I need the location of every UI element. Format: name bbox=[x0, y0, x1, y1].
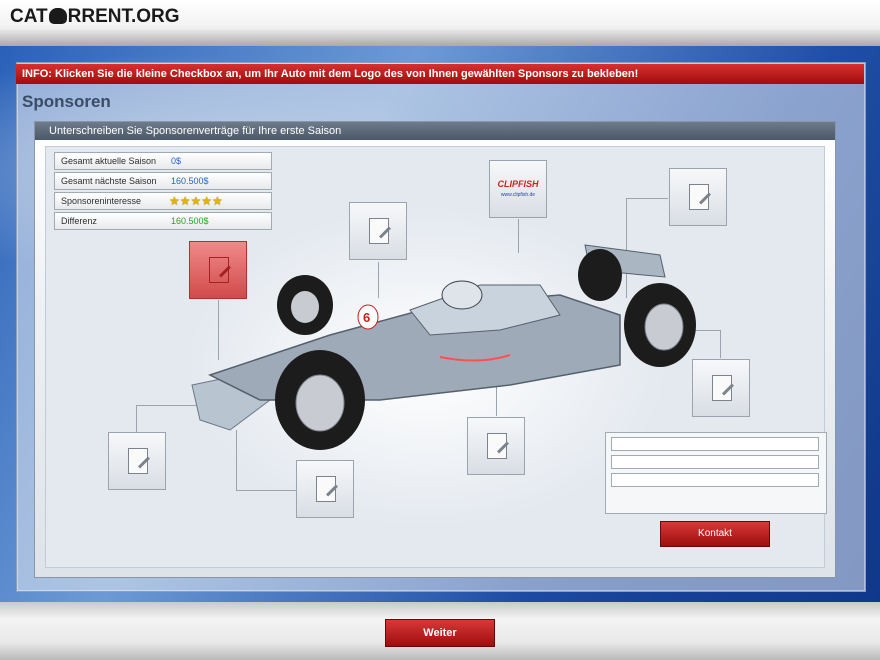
stat-sponsor-interest: Sponsoreninteresse ★★★★★ bbox=[54, 192, 272, 210]
sponsor-slot-7[interactable] bbox=[108, 432, 166, 490]
sponsor-slot-8[interactable] bbox=[296, 460, 354, 518]
connector-line bbox=[136, 405, 137, 432]
contact-button[interactable]: Kontakt bbox=[660, 521, 770, 547]
tire-rear-right bbox=[578, 249, 622, 301]
logo-text-right: RRENT.ORG bbox=[67, 6, 180, 27]
sponsor-slot-6[interactable] bbox=[467, 417, 525, 475]
section-title: Sponsoren bbox=[22, 92, 111, 111]
top-bar: CAT RRENT.ORG bbox=[0, 0, 880, 46]
stat-current-season: Gesamt aktuelle Saison 0$ bbox=[54, 152, 272, 170]
sponsor-slot-4[interactable] bbox=[669, 168, 727, 226]
panel-title: Unterschreiben Sie Sponsorenverträge für… bbox=[35, 122, 835, 140]
contact-box bbox=[605, 432, 827, 514]
connector-line bbox=[720, 330, 721, 358]
connector-line bbox=[236, 490, 296, 491]
stat-label: Gesamt nächste Saison bbox=[61, 176, 157, 186]
contact-field-1[interactable] bbox=[611, 437, 819, 451]
star-rating: ★★★★★ bbox=[169, 194, 223, 208]
stat-value: 160.500$ bbox=[171, 176, 209, 186]
rim-front-right bbox=[291, 291, 319, 323]
info-banner: INFO: Klicken Sie die kleine Checkbox an… bbox=[16, 64, 864, 84]
sponsor-slot-1[interactable] bbox=[189, 241, 247, 299]
sponsor-slot-3[interactable]: CLIPFISH www.clipfish.de bbox=[489, 160, 547, 218]
sponsor-stats: Gesamt aktuelle Saison 0$ Gesamt nächste… bbox=[54, 152, 272, 232]
top-bar-shade bbox=[0, 30, 880, 46]
contact-field-2[interactable] bbox=[611, 455, 819, 469]
stat-label: Sponsoreninteresse bbox=[61, 196, 142, 206]
car-number: 6 bbox=[363, 310, 370, 325]
stat-value: 0$ bbox=[171, 156, 182, 166]
contact-field-3[interactable] bbox=[611, 473, 819, 487]
cat-icon bbox=[48, 8, 67, 24]
site-logo[interactable]: CAT RRENT.ORG bbox=[10, 6, 180, 28]
stat-label: Gesamt aktuelle Saison bbox=[61, 156, 157, 166]
sponsor-slot-5[interactable] bbox=[692, 359, 750, 417]
clipfish-logo: CLIPFISH bbox=[497, 179, 539, 189]
logo-text-left: CAT bbox=[10, 6, 48, 27]
formula-car: 6 bbox=[191, 244, 696, 450]
stat-label: Differenz bbox=[61, 216, 97, 226]
clipfish-url: www.clipfish.de bbox=[500, 192, 536, 198]
sponsor-slot-2[interactable] bbox=[349, 202, 407, 260]
connector-line bbox=[626, 198, 668, 199]
next-button[interactable]: Weiter bbox=[385, 619, 495, 647]
rim-front-left bbox=[295, 374, 345, 432]
driver-helmet bbox=[441, 280, 483, 310]
rim-rear-left bbox=[644, 303, 684, 351]
stat-next-season: Gesamt nächste Saison 160.500$ bbox=[54, 172, 272, 190]
